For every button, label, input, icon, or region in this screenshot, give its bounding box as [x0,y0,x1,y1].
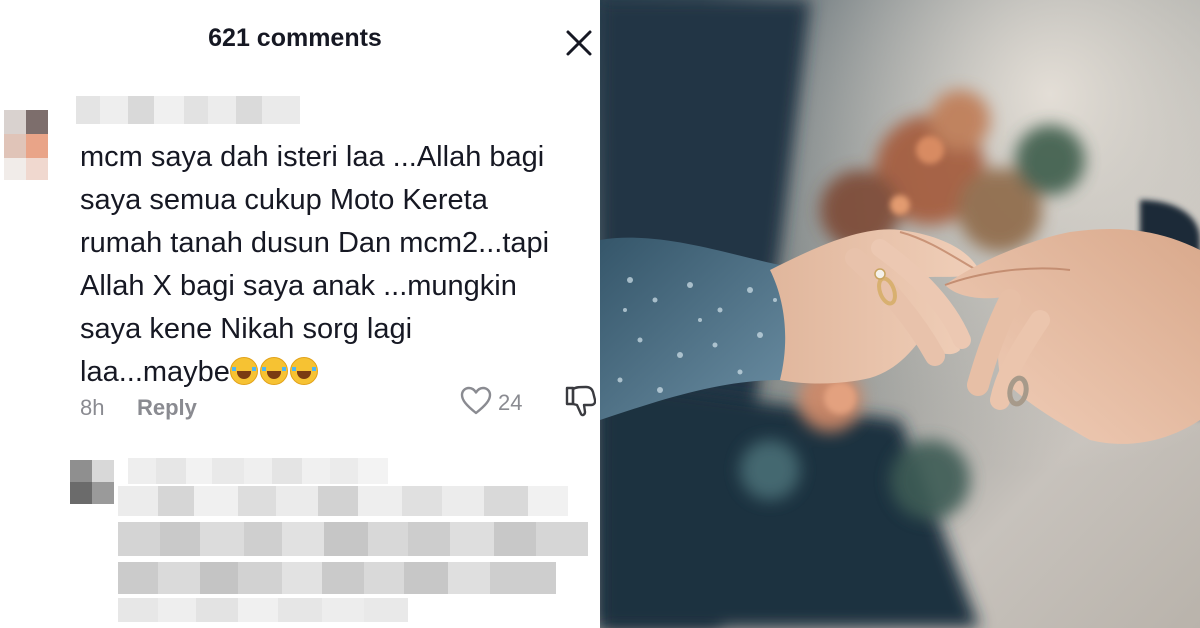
comment-pixelated [118,486,568,516]
comment-timestamp: 8h [80,395,105,420]
comment-line: laa...maybe [80,356,230,388]
wedding-photo-illustration [600,0,1200,628]
laughing-emoji-icon [289,357,318,385]
wedding-hands-ring-photo [600,0,1200,628]
username-pixelated [128,458,388,484]
comment-line: rumah tanah dusun Dan mcm2...tapi [80,227,550,259]
comments-count-title: 621 comments [208,24,382,52]
comment-pixelated [118,522,588,556]
comment-text: mcm saya dah isteri laa ...Allah bagi sa… [80,136,590,394]
close-button[interactable] [562,26,596,60]
close-icon [566,30,592,56]
like-count: 24 [498,390,523,415]
comment-line: saya semua cukup Moto Kereta [80,184,488,216]
thumbs-down-icon[interactable] [564,384,596,418]
heart-outline-icon[interactable] [460,386,492,416]
comments-panel: 621 comments mcm saya dah isteri laa ...… [0,0,600,628]
username-pixelated[interactable] [76,96,300,124]
avatar[interactable] [4,110,48,180]
reply-button[interactable]: Reply [137,395,197,421]
laughing-emoji-icon [259,357,288,385]
comment-pixelated [118,562,556,594]
laughing-emoji-group [229,356,320,388]
avatar[interactable] [70,460,114,504]
comment-line: saya kene Nikah sorg lagi [80,313,413,345]
laughing-emoji-icon [229,357,258,385]
comment-line: Allah X bagi saya anak ...mungkin [80,270,517,302]
comment-line: mcm saya dah isteri laa ...Allah bagi [80,141,545,173]
comment-line-last: laa...maybe [80,351,590,394]
comment-pixelated [118,598,408,622]
